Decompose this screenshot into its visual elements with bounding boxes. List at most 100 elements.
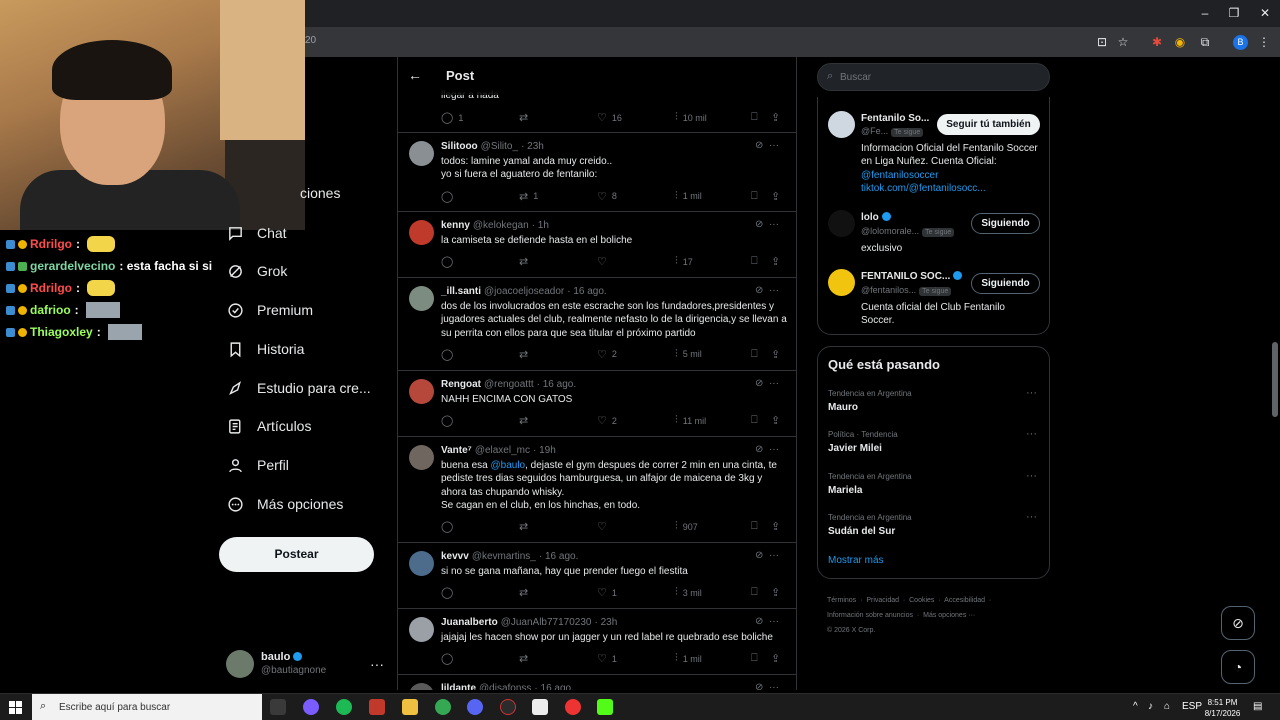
app-3-icon[interactable] (532, 699, 548, 715)
reply-post[interactable]: _ill.santi @joacoeljoseador · 16 ago. ⊘ ···… (398, 278, 796, 371)
kick-icon[interactable] (597, 699, 613, 715)
share-action[interactable]: ⇪ (771, 255, 785, 268)
bio-url-link[interactable]: tiktok.com/@fentanilosocc... (861, 183, 986, 194)
grok-icon[interactable]: ⊘ (755, 682, 763, 690)
views-action[interactable]: ⫶ 3 mil (675, 586, 702, 599)
grok-icon[interactable]: ⊘ (755, 140, 763, 151)
file-explorer-icon[interactable] (402, 699, 418, 715)
avatar[interactable] (828, 269, 855, 296)
nav-item-estudio[interactable]: Estudio para cre... (226, 379, 371, 397)
following-button[interactable]: Siguiendo (971, 273, 1040, 294)
chat-username[interactable]: Thiagoxley (30, 325, 93, 339)
trend-more-icon[interactable]: ··· (1026, 387, 1037, 399)
account-name[interactable]: baulo (261, 651, 303, 663)
reply-post[interactable]: Silitooo @Silito_ · 23h ⊘ ··· todos: lamine … (398, 133, 796, 212)
close-icon[interactable]: ✕ (1255, 6, 1275, 20)
following-button[interactable]: Siguiendo (971, 213, 1040, 234)
footer-link[interactable]: Privacidad (866, 597, 899, 604)
messages-float-icon[interactable]: ◔ (1221, 650, 1255, 684)
more-icon[interactable]: ··· (769, 444, 779, 455)
reply-action[interactable]: ◯ (441, 586, 458, 599)
more-icon[interactable]: ··· (769, 550, 779, 561)
avatar[interactable] (409, 220, 434, 245)
taskbar-clock[interactable]: 8:51 PM 8/17/2026 (1200, 697, 1245, 719)
reply-time[interactable]: · 16 ago. (539, 551, 578, 562)
reply-handle[interactable]: @kevmartins_ (472, 551, 536, 562)
bookmark-action[interactable]: ⎕ (751, 586, 763, 599)
minimize-icon[interactable]: – (1195, 6, 1215, 20)
nav-item-premium[interactable]: Premium (226, 301, 313, 319)
reply-action[interactable]: ◯ (441, 520, 458, 533)
app-2-icon[interactable] (500, 699, 516, 715)
reply-post[interactable]: lildante @djsafonss · 16 ago. ⊘ ··· (398, 675, 796, 690)
views-action[interactable]: ⫶ 1 mil (675, 652, 702, 665)
share-action[interactable]: ⇪ (771, 190, 785, 203)
reply-action[interactable]: ◯ (441, 348, 458, 361)
repost-action[interactable]: ⇄ (519, 586, 533, 599)
views-action[interactable]: ⫶ 10 mil (675, 111, 707, 124)
extension-2-icon[interactable]: ◉ (1172, 34, 1188, 50)
like-action[interactable]: ♡ 1 (597, 586, 617, 599)
reply-author[interactable]: _ill.santi (441, 286, 481, 297)
volume-icon[interactable]: ♪ (1148, 701, 1153, 712)
reply-handle[interactable]: @joacoeljoseador (484, 286, 564, 297)
tray-chevron-icon[interactable]: ^ (1133, 701, 1138, 712)
reply-author[interactable]: lildante (441, 683, 476, 690)
reply-post[interactable]: kevvv @kevmartins_ · 16 ago. ⊘ ··· si no se … (398, 543, 796, 609)
reply-author[interactable]: kenny (441, 220, 470, 231)
profile-avatar[interactable]: B (1233, 35, 1248, 50)
views-action[interactable]: ⫶ 17 (675, 255, 693, 268)
opera-icon[interactable] (565, 699, 581, 715)
more-icon[interactable]: ··· (769, 682, 779, 690)
views-action[interactable]: ⫶ 907 (675, 520, 698, 533)
like-action[interactable]: ♡ (597, 255, 612, 268)
bookmark-action[interactable]: ⎕ (751, 111, 763, 124)
reply-time[interactable]: · 16 ago. (534, 683, 573, 690)
grok-icon[interactable]: ⊘ (755, 285, 763, 296)
spotify-icon[interactable] (336, 699, 352, 715)
footer-link[interactable]: Información sobre anuncios (827, 612, 913, 619)
avatar[interactable] (409, 617, 434, 642)
grok-icon[interactable]: ⊘ (755, 219, 763, 230)
bookmark-action[interactable]: ⎕ (751, 348, 763, 361)
chrome-icon[interactable] (435, 699, 451, 715)
repost-action[interactable]: ⇄ (519, 652, 533, 665)
like-action[interactable]: ♡ 8 (597, 190, 617, 203)
copilot-icon[interactable] (303, 699, 319, 715)
grok-icon[interactable]: ⊘ (755, 550, 763, 561)
bookmark-action[interactable]: ⎕ (751, 414, 763, 427)
trend-more-icon[interactable]: ··· (1026, 428, 1037, 440)
follow-name[interactable]: Fentanilo So... (861, 113, 929, 124)
nav-item-perfil[interactable]: Perfil (226, 456, 289, 474)
footer-link[interactable]: Más opciones ··· (923, 612, 975, 619)
follow-back-button[interactable]: Seguir tú también (937, 114, 1040, 135)
more-icon[interactable]: ··· (769, 378, 779, 389)
avatar[interactable] (409, 551, 434, 576)
reply-author[interactable]: Vante⁷ (441, 445, 472, 456)
search-input[interactable]: ⌕ Buscar (817, 63, 1050, 91)
avatar[interactable] (226, 650, 254, 678)
reply-post[interactable]: Rengoat @rengoattt · 16 ago. ⊘ ··· NAHH ENCI… (398, 371, 796, 437)
grok-icon[interactable]: ⊘ (755, 378, 763, 389)
nav-item-mas-opciones[interactable]: Más opciones (226, 495, 343, 513)
repost-action[interactable]: ⇄ 1 (519, 190, 538, 203)
like-action[interactable]: ♡ 1 (597, 652, 617, 665)
share-action[interactable]: ⇪ (771, 520, 785, 533)
trend-name[interactable]: Mariela (828, 485, 862, 496)
notifications-icon[interactable]: ▤ (1253, 701, 1262, 712)
repost-action[interactable]: ⇄ (519, 111, 533, 124)
chat-username[interactable]: Rdrilgo (30, 281, 72, 295)
more-icon[interactable]: ··· (769, 219, 779, 230)
avatar[interactable] (409, 379, 434, 404)
back-arrow-icon[interactable]: ← (408, 67, 422, 83)
footer-link[interactable]: Términos (827, 597, 856, 604)
reply-time[interactable]: · 23h (521, 141, 544, 152)
more-icon[interactable]: ··· (769, 616, 779, 627)
repost-action[interactable]: ⇄ (519, 348, 533, 361)
repost-action[interactable]: ⇄ (519, 255, 533, 268)
reply-handle[interactable]: @kelokegan (473, 220, 529, 231)
install-app-icon[interactable]: ⊡ (1094, 34, 1110, 50)
avatar[interactable] (409, 445, 434, 470)
trend-name[interactable]: Sudán del Sur (828, 526, 895, 537)
grok-icon[interactable]: ⊘ (755, 444, 763, 455)
